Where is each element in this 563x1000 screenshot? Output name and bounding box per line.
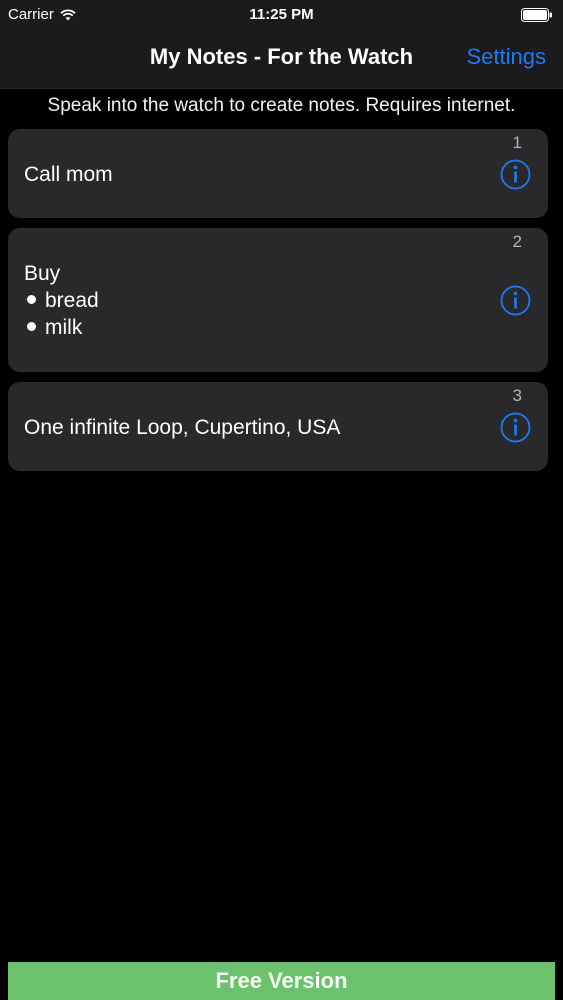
bullet-icon [27, 321, 36, 331]
bullet-icon [27, 294, 36, 304]
navigation-bar: My Notes - For the Watch Settings [0, 30, 563, 89]
note-line: Call mom [24, 163, 113, 186]
note-text: One infinite Loop, Cupertino, USA [24, 414, 340, 441]
status-time: 11:25 PM [249, 6, 314, 23]
bullet-item: milk [24, 314, 99, 341]
free-version-button[interactable]: Free Version [8, 962, 555, 1000]
bullet-item: bread [24, 287, 99, 314]
battery-icon [521, 8, 552, 22]
bullet-text: bread [45, 289, 99, 312]
note-card[interactable]: 3 One infinite Loop, Cupertino, USA [8, 382, 548, 471]
note-number: 1 [512, 133, 522, 152]
note-card[interactable]: 2 Buy bread milk [8, 228, 548, 372]
note-card[interactable]: 1 Call mom [8, 129, 548, 218]
bullet-text: milk [45, 316, 83, 339]
info-icon[interactable] [500, 285, 531, 316]
note-text: Call mom [24, 161, 113, 188]
info-icon[interactable] [500, 412, 531, 443]
note-number: 3 [512, 386, 522, 405]
status-bar: Carrier 11:25 PM [0, 0, 563, 30]
instructions-text: Speak into the watch to create notes. Re… [47, 95, 516, 116]
settings-button[interactable]: Settings [467, 44, 547, 70]
note-line: One infinite Loop, Cupertino, USA [24, 416, 341, 439]
info-icon[interactable] [500, 159, 531, 190]
note-text: Buy bread milk [24, 260, 99, 341]
note-line: Buy [24, 262, 61, 285]
note-number: 2 [512, 232, 522, 251]
